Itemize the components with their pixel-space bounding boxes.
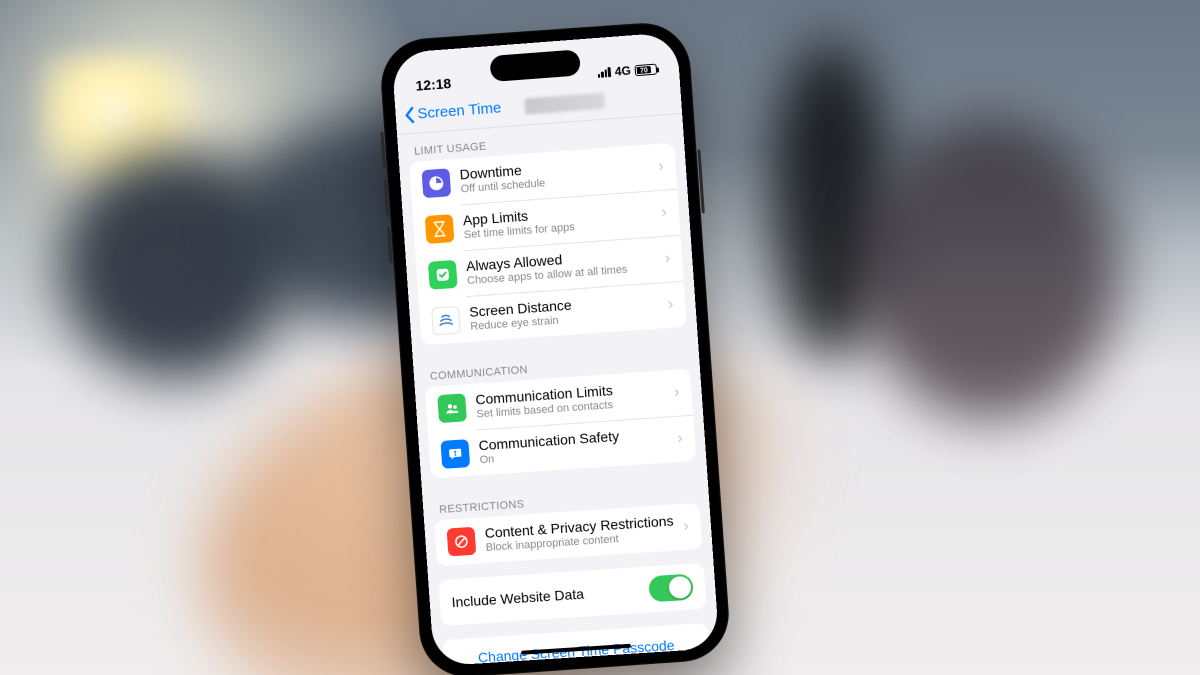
screen: 12:18 4G 70 Screen Time <box>391 32 719 666</box>
no-entry-icon <box>447 527 477 557</box>
checkmark-shield-icon <box>428 260 458 290</box>
bg-blob <box>860 120 1120 420</box>
network-label: 4G <box>614 64 631 79</box>
downtime-icon <box>421 168 451 198</box>
photo-scene: 12:18 4G 70 Screen Time <box>0 0 1200 675</box>
chevron-right-icon: › <box>658 158 665 176</box>
nav-title-redacted <box>525 92 606 114</box>
cellular-signal-icon <box>597 67 611 78</box>
back-button[interactable]: Screen Time <box>403 99 502 124</box>
row-include-website-data[interactable]: Include Website Data <box>438 563 706 626</box>
settings-content[interactable]: LIMIT USAGE Downtime Off until schedule … <box>397 114 719 666</box>
change-passcode-button[interactable]: Change Screen Time Passcode <box>442 623 710 667</box>
row-title: Include Website Data <box>451 581 649 610</box>
contacts-icon <box>437 393 467 423</box>
chevron-right-icon: › <box>674 383 681 401</box>
battery-icon: 70 <box>634 63 657 76</box>
bubble-warning-icon <box>440 439 470 469</box>
group-limit-usage: Downtime Off until schedule › App Limits <box>409 143 687 346</box>
chevron-right-icon: › <box>683 517 690 535</box>
group-communication: Communication Limits Set limits based on… <box>425 369 697 479</box>
chevron-right-icon: › <box>661 204 668 222</box>
clock: 12:18 <box>415 75 452 94</box>
chevron-right-icon: › <box>667 295 674 313</box>
distance-waves-icon <box>431 306 461 336</box>
chevron-right-icon: › <box>677 429 684 447</box>
toggle-switch[interactable] <box>648 573 694 602</box>
back-label: Screen Time <box>417 99 502 122</box>
hourglass-icon <box>425 214 455 244</box>
chevron-right-icon: › <box>664 250 671 268</box>
iphone-device: 12:18 4G 70 Screen Time <box>378 20 732 675</box>
chevron-left-icon <box>403 105 416 124</box>
